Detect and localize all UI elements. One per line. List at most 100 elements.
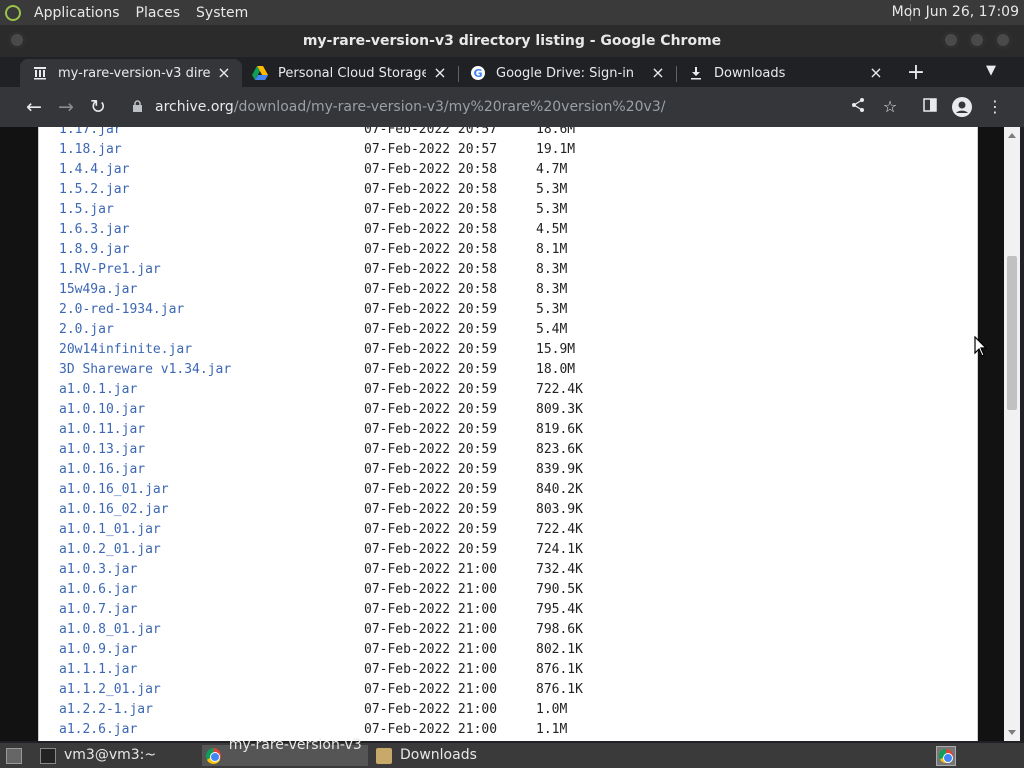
file-size: 4.7M [536, 162, 568, 177]
file-date: 07-Feb-2022 20:58 [364, 262, 498, 277]
file-date: 07-Feb-2022 20:59 [364, 482, 498, 497]
file-size: 722.4K [536, 382, 583, 397]
file-size: 5.3M [536, 202, 568, 217]
file-link[interactable]: a1.0.16.jar [59, 460, 145, 480]
new-tab-icon[interactable]: + [906, 60, 926, 85]
distro-logo-icon[interactable] [0, 0, 26, 25]
show-desktop-icon[interactable] [2, 745, 32, 766]
taskbar-chrome[interactable]: my-rare-version-v3 ... [202, 737, 368, 768]
file-link[interactable]: a1.2.2-1.jar [59, 700, 153, 720]
window-menu-icon[interactable] [8, 31, 26, 49]
file-date: 07-Feb-2022 20:57 [364, 142, 498, 157]
file-size: 840.2K [536, 482, 583, 497]
file-link[interactable]: a1.0.11.jar [59, 420, 145, 440]
file-link[interactable]: a1.0.1.jar [59, 380, 137, 400]
google-icon: G [470, 65, 486, 81]
scroll-up-arrow-icon[interactable] [1008, 133, 1016, 138]
file-date: 07-Feb-2022 20:58 [364, 202, 498, 217]
file-link[interactable]: 1.6.3.jar [59, 220, 129, 240]
file-link[interactable]: a1.0.10.jar [59, 400, 145, 420]
taskbar-terminal[interactable]: vm3@vm3:~ [36, 745, 198, 766]
file-link[interactable]: a1.1.2_01.jar [59, 680, 161, 700]
file-link[interactable]: a1.1.1.jar [59, 660, 137, 680]
file-size: 724.1K [536, 542, 583, 557]
file-link[interactable]: 1.5.2.jar [59, 180, 129, 200]
file-link[interactable]: a1.0.1_01.jar [59, 520, 161, 540]
file-size: 19.1M [536, 142, 576, 157]
forward-arrow-icon[interactable]: → [54, 95, 78, 119]
file-size: 4.5M [536, 222, 568, 237]
more-menu-icon[interactable]: ⋮ [985, 97, 1005, 117]
maximize-icon[interactable] [968, 31, 986, 49]
vertical-scrollbar[interactable] [1004, 127, 1020, 741]
system-menu[interactable]: System [188, 5, 256, 21]
side-panel-icon[interactable] [920, 97, 940, 117]
file-date: 07-Feb-2022 20:58 [364, 222, 498, 237]
file-date: 07-Feb-2022 20:59 [364, 402, 498, 417]
chrome-window: my-rare-version-v3 directory listing - G… [0, 25, 1024, 743]
file-link[interactable]: 2.0-red-1934.jar [59, 300, 184, 320]
places-menu[interactable]: Places [128, 5, 189, 21]
lock-icon[interactable] [132, 91, 143, 126]
file-link[interactable]: a1.0.7.jar [59, 600, 137, 620]
file-link[interactable]: 1.18.jar [59, 140, 122, 160]
file-link[interactable]: 1.5.jar [59, 200, 114, 220]
file-date: 07-Feb-2022 20:59 [364, 382, 498, 397]
tab-drive-signin[interactable]: G Google Drive: Sign-in × [458, 59, 676, 87]
file-link[interactable]: a1.0.9.jar [59, 640, 137, 660]
google-drive-icon [252, 65, 268, 81]
url-text: archive.org/download/my-rare-version-v3/… [155, 91, 665, 123]
share-icon[interactable] [848, 97, 868, 117]
reload-icon[interactable]: ↻ [86, 95, 110, 119]
file-size: 8.3M [536, 282, 568, 297]
file-date: 07-Feb-2022 20:59 [364, 342, 498, 357]
file-link[interactable]: a1.2.6.jar [59, 720, 137, 740]
close-icon[interactable]: × [216, 65, 232, 81]
file-link[interactable]: 3D Shareware v1.34.jar [59, 360, 231, 380]
file-link[interactable]: a1.0.8_01.jar [59, 620, 161, 640]
file-size: 722.4K [536, 522, 583, 537]
workspace-switcher[interactable] [936, 746, 956, 766]
taskbar-downloads[interactable]: Downloads [372, 745, 538, 766]
directory-listing-page: 1.17.jar 07-Feb-2022 20:57 18.6M 1.18.jar 07… [38, 127, 978, 741]
file-size: 790.5K [536, 582, 583, 597]
file-link[interactable]: a1.0.6.jar [59, 580, 137, 600]
close-icon[interactable]: × [650, 65, 666, 81]
file-link[interactable]: 1.RV-Pre1.jar [59, 260, 161, 280]
file-link[interactable]: 2.0.jar [59, 320, 114, 340]
bookmark-star-icon[interactable]: ☆ [880, 97, 900, 117]
tab-downloads[interactable]: Downloads × [676, 59, 894, 87]
tab-search-chevron-icon[interactable]: ▼ [986, 63, 996, 78]
file-size: 798.6K [536, 622, 583, 637]
applications-menu[interactable]: Applications [26, 5, 128, 21]
back-arrow-icon[interactable]: ← [22, 95, 46, 119]
file-link[interactable]: 20w14infinite.jar [59, 340, 192, 360]
url-path: /download/my-rare-version-v3/my%20rare%2… [233, 99, 666, 115]
close-window-icon[interactable] [994, 31, 1012, 49]
file-date: 07-Feb-2022 21:00 [364, 662, 498, 677]
minimize-icon[interactable] [942, 31, 960, 49]
close-icon[interactable]: × [432, 65, 448, 81]
file-date: 07-Feb-2022 20:59 [364, 542, 498, 557]
scroll-down-arrow-icon[interactable] [1008, 730, 1016, 735]
file-size: 5.4M [536, 322, 568, 337]
file-link[interactable]: a1.0.3.jar [59, 560, 137, 580]
file-link[interactable]: 15w49a.jar [59, 280, 137, 300]
scrollbar-thumb[interactable] [1007, 256, 1017, 410]
close-icon[interactable]: × [868, 65, 884, 81]
address-bar[interactable]: archive.org/download/my-rare-version-v3/… [122, 91, 910, 123]
profile-avatar-icon[interactable] [952, 97, 972, 117]
clock[interactable]: Mon Jun 26, 17:09 [892, 4, 1019, 20]
file-date: 07-Feb-2022 20:59 [364, 302, 498, 317]
file-link[interactable]: 1.4.4.jar [59, 160, 129, 180]
file-link[interactable]: 1.8.9.jar [59, 240, 129, 260]
file-link[interactable]: a1.0.13.jar [59, 440, 145, 460]
tab-cloud-storage[interactable]: Personal Cloud Storage & File Sharing × [240, 59, 458, 87]
window-titlebar[interactable]: my-rare-version-v3 directory listing - G… [0, 25, 1024, 57]
file-link[interactable]: a1.0.2_01.jar [59, 540, 161, 560]
file-link[interactable]: a1.0.16_01.jar [59, 480, 169, 500]
file-link[interactable]: a1.0.16_02.jar [59, 500, 169, 520]
file-link[interactable]: 1.17.jar [59, 127, 122, 140]
file-size: 876.1K [536, 662, 583, 677]
tab-archive[interactable]: my-rare-version-v3 directory listing × [20, 59, 242, 87]
